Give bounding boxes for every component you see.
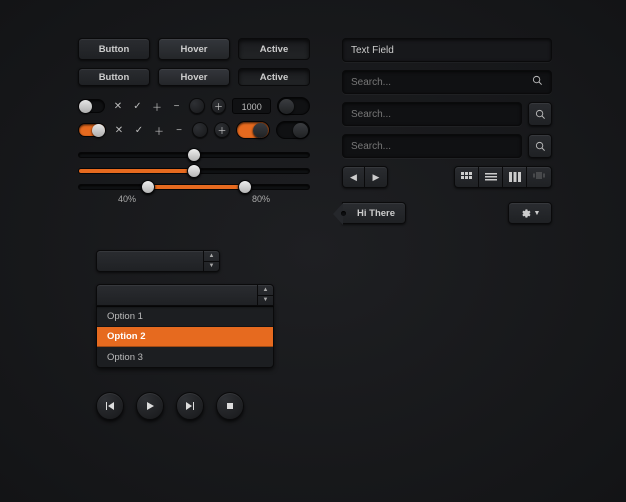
chevron-down-icon: ▼	[534, 210, 541, 217]
button-small-active[interactable]: Active	[238, 68, 310, 86]
search-field-button-1[interactable]: Search...	[342, 102, 522, 126]
search-placeholder: Search...	[351, 141, 391, 152]
button-small-hover[interactable]: Hover	[158, 68, 230, 86]
plus-icon[interactable]: ＋	[152, 123, 166, 137]
media-play-button[interactable]	[136, 392, 164, 420]
plus-icon[interactable]: ＋	[150, 99, 164, 113]
settings-dropdown-button[interactable]: ▼	[508, 202, 552, 224]
search-button[interactable]	[528, 102, 552, 126]
coverflow-view-icon[interactable]	[527, 167, 551, 187]
circle-button-plus[interactable]: ＋	[211, 98, 227, 114]
check-icon[interactable]: ✓	[132, 123, 146, 137]
search-icon[interactable]	[532, 75, 543, 89]
close-icon[interactable]: ✕	[111, 99, 125, 113]
text-field[interactable]: Text Field	[342, 38, 552, 62]
slider-accent[interactable]	[78, 168, 310, 174]
dropdown-option[interactable]: Option 3	[97, 347, 273, 367]
button-active[interactable]: Active	[238, 38, 310, 60]
tag-label: Hi There	[357, 208, 395, 219]
text-field-label: Text Field	[351, 45, 394, 56]
nav-prev-next: ◀ ▶	[342, 166, 388, 188]
search-button[interactable]	[528, 134, 552, 158]
search-field-inline[interactable]: Search...	[342, 70, 552, 94]
toggle-on[interactable]	[78, 123, 106, 137]
circle-button-empty[interactable]	[189, 98, 205, 114]
stepper-down-icon[interactable]: ▼	[204, 262, 219, 272]
slider-plain[interactable]	[78, 152, 310, 158]
range-label-low: 40%	[118, 194, 136, 204]
close-icon[interactable]: ✕	[112, 123, 126, 137]
toggle-off[interactable]	[78, 99, 105, 113]
search-placeholder: Search...	[351, 77, 391, 88]
check-icon[interactable]: ✓	[131, 99, 145, 113]
pill-toggle-on[interactable]	[276, 121, 310, 139]
gear-icon	[520, 208, 531, 219]
dropdown-option[interactable]: Option 1	[97, 307, 273, 327]
pill-toggle-on-accent[interactable]	[236, 121, 270, 139]
column-view-icon[interactable]	[503, 167, 527, 187]
triangle-right-icon[interactable]: ▶	[365, 167, 387, 187]
button-hover[interactable]: Hover	[158, 38, 230, 60]
dropdown-list: Option 1 Option 2 Option 3	[96, 306, 274, 368]
list-view-icon[interactable]	[479, 167, 503, 187]
button-default[interactable]: Button	[78, 38, 150, 60]
dropdown-open[interactable]: ▲▼	[96, 284, 274, 306]
view-switcher	[454, 166, 552, 188]
triangle-left-icon[interactable]: ◀	[343, 167, 365, 187]
stepper-up-icon[interactable]: ▲	[204, 251, 219, 262]
search-placeholder: Search...	[351, 109, 391, 120]
slider-handle[interactable]	[187, 164, 201, 178]
stepper-up-icon[interactable]: ▲	[258, 285, 273, 296]
tag-chip[interactable]: Hi There	[342, 202, 406, 224]
media-stop-button[interactable]	[216, 392, 244, 420]
pill-toggle-off[interactable]	[277, 97, 310, 115]
circle-button-plus[interactable]: ＋	[214, 122, 230, 138]
search-field-button-2[interactable]: Search...	[342, 134, 522, 158]
range-handle-high[interactable]	[238, 180, 252, 194]
range-handle-low[interactable]	[141, 180, 155, 194]
range-slider[interactable]	[78, 184, 310, 190]
dropdown-option-selected[interactable]: Option 2	[97, 327, 273, 347]
grid-view-icon[interactable]	[455, 167, 479, 187]
slider-handle[interactable]	[187, 148, 201, 162]
minus-icon[interactable]: −	[172, 123, 186, 137]
stepper-down-icon[interactable]: ▼	[258, 296, 273, 306]
media-prev-button[interactable]	[96, 392, 124, 420]
minus-icon[interactable]: −	[170, 99, 184, 113]
circle-button-empty[interactable]	[192, 122, 208, 138]
number-input[interactable]: 1000	[232, 98, 271, 114]
media-next-button[interactable]	[176, 392, 204, 420]
dropdown-closed[interactable]: ▲▼	[96, 250, 220, 272]
button-small-default[interactable]: Button	[78, 68, 150, 86]
range-label-high: 80%	[252, 194, 270, 204]
